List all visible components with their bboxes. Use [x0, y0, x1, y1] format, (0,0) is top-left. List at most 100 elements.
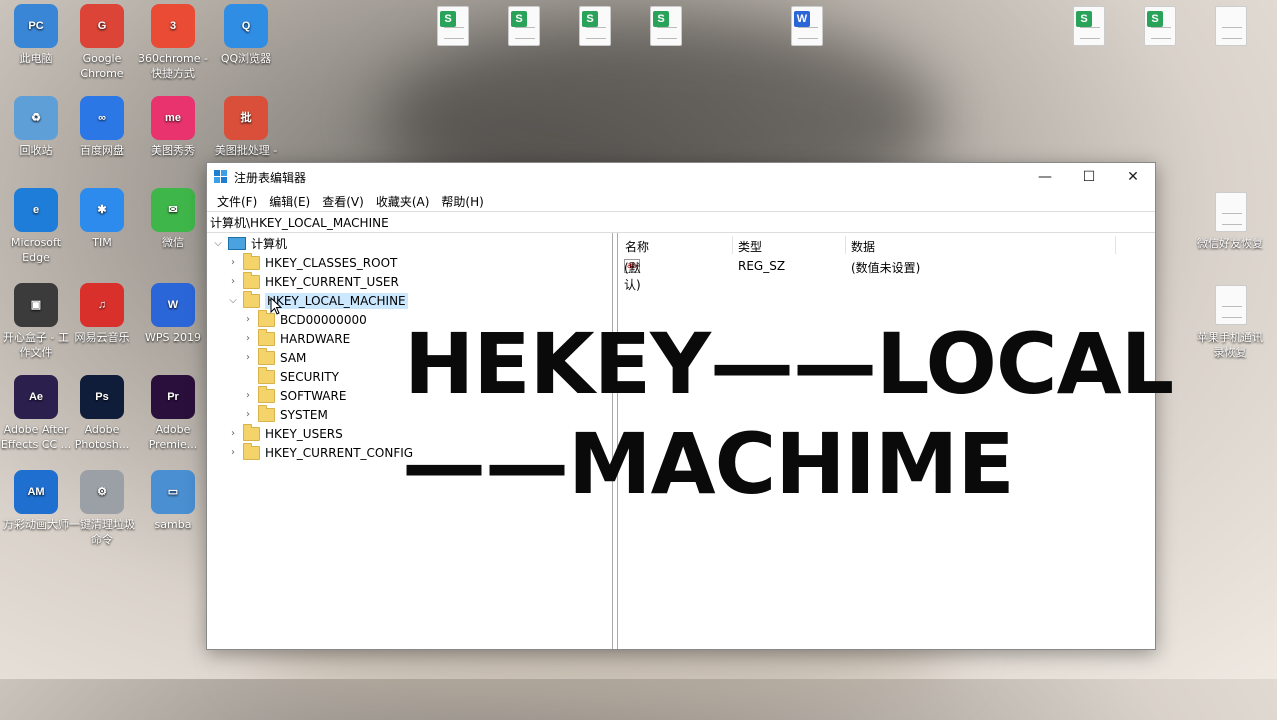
- spreadsheet-file-icon[interactable]: S: [437, 6, 469, 46]
- folder-icon: [258, 366, 275, 384]
- chevron-right-icon[interactable]: ›: [227, 447, 239, 458]
- close-button[interactable]: ✕: [1111, 163, 1155, 191]
- desktop-icon-this-pc[interactable]: PC 此电脑: [0, 4, 72, 66]
- desktop-icon-label: 万彩动画大师: [3, 518, 69, 531]
- 360chrome-icon: 3: [151, 4, 195, 48]
- tree-node-hkcr[interactable]: › HKEY_CLASSES_ROOT: [227, 252, 397, 272]
- tree-node-system[interactable]: › SYSTEM: [242, 404, 328, 424]
- kaixin-icon: ▣: [14, 283, 58, 327]
- computer-icon: [228, 237, 246, 250]
- tree-node-hkcc[interactable]: › HKEY_CURRENT_CONFIG: [227, 442, 413, 462]
- spreadsheet-file-icon[interactable]: S: [579, 6, 611, 46]
- chevron-right-icon[interactable]: ›: [242, 314, 254, 325]
- desktop-icon-tim[interactable]: ✱ TIM: [66, 188, 138, 250]
- column-header-data[interactable]: 数据: [851, 238, 875, 255]
- desktop-icon-premiere[interactable]: Pr Adobe Premie...: [137, 375, 209, 452]
- tree-node-software[interactable]: › SOFTWARE: [242, 385, 346, 405]
- desktop-icon-kaixin[interactable]: ▣ 开心盒子 - 工作文件: [0, 283, 72, 360]
- am-icon: AM: [14, 470, 58, 514]
- address-bar[interactable]: 计算机\HKEY_LOCAL_MACHINE: [207, 211, 1155, 233]
- desktop-icon-netease-music[interactable]: ♫ 网易云音乐: [66, 283, 138, 345]
- column-headers: 名称 类型 数据: [618, 236, 1155, 254]
- maximize-button[interactable]: ☐: [1067, 163, 1111, 191]
- folder-icon: [258, 404, 275, 422]
- chevron-right-icon[interactable]: ›: [242, 333, 254, 344]
- wechat-icon: ✉: [151, 188, 195, 232]
- overlay-caption-line2: ——MACHIME: [402, 415, 1015, 513]
- desktop-icon-label: WPS 2019: [145, 331, 201, 344]
- samba-icon: ▭: [151, 470, 195, 514]
- folder-icon: [258, 347, 275, 365]
- address-text: 计算机\HKEY_LOCAL_MACHINE: [210, 215, 389, 230]
- desktop-icon-label: Adobe Photosh...: [74, 423, 130, 451]
- menu-file[interactable]: 文件(F): [211, 193, 263, 210]
- tree-node-computer[interactable]: ⌵ 计算机: [212, 234, 287, 253]
- value-type: REG_SZ: [738, 259, 786, 273]
- spreadsheet-file-icon[interactable]: S: [650, 6, 682, 46]
- premiere-icon: Pr: [151, 375, 195, 419]
- minimize-button[interactable]: —: [1023, 163, 1067, 191]
- desktop-icon-label: 网易云音乐: [74, 331, 130, 344]
- tree-node-hklm[interactable]: ⌵ HKEY_LOCAL_MACHINE: [227, 290, 408, 310]
- desktop-icon-am[interactable]: AM 万彩动画大师: [0, 470, 72, 532]
- chevron-right-icon[interactable]: ›: [242, 352, 254, 363]
- tim-icon: ✱: [80, 188, 124, 232]
- desktop-icon-samba[interactable]: ▭ samba: [137, 470, 209, 532]
- chevron-right-icon[interactable]: ›: [227, 428, 239, 439]
- menu-view[interactable]: 查看(V): [316, 193, 370, 210]
- tree-node-bcd[interactable]: › BCD00000000: [242, 309, 367, 329]
- chrome-icon: G: [80, 4, 124, 48]
- desktop-icon-wechat[interactable]: ✉ 微信: [137, 188, 209, 250]
- desktop-icon-photoshop[interactable]: Ps Adobe Photosh...: [66, 375, 138, 452]
- desktop-icon-cleanup[interactable]: ⚙ 一键清理垃圾命令: [66, 470, 138, 547]
- chevron-right-icon[interactable]: ›: [242, 390, 254, 401]
- menu-edit[interactable]: 编辑(E): [263, 193, 316, 210]
- folder-icon: [243, 423, 260, 441]
- folder-icon: [243, 442, 260, 460]
- desktop-icon-label: 美图批处理 -: [214, 144, 278, 157]
- value-data: (数值未设置): [851, 261, 921, 275]
- desktop-file-label[interactable]: 微信好友恢复: [1194, 236, 1266, 251]
- text-file-icon[interactable]: [1215, 285, 1247, 325]
- desktop-file-label[interactable]: 苹果手机通讯录恢复: [1194, 330, 1266, 360]
- desktop-icon-chrome[interactable]: G Google Chrome: [66, 4, 138, 81]
- chevron-down-icon[interactable]: ⌵: [227, 295, 239, 306]
- desktop-icon-qq-browser[interactable]: Q QQ浏览器: [210, 4, 282, 66]
- folder-icon: [258, 385, 275, 403]
- tree-node-security[interactable]: SECURITY: [242, 366, 339, 386]
- folder-icon: [258, 328, 275, 346]
- title-bar[interactable]: 注册表编辑器 — ☐ ✕: [207, 163, 1155, 191]
- desktop-icon-recycle-bin[interactable]: ♻ 回收站: [0, 96, 72, 158]
- chevron-right-icon[interactable]: ›: [242, 409, 254, 420]
- desktop-icon-edge[interactable]: e Microsoft Edge: [0, 188, 72, 265]
- desktop-icon-360chrome[interactable]: 3 360chrome - 快捷方式: [137, 4, 209, 81]
- baidu-netdisk-icon: ∞: [80, 96, 124, 140]
- spreadsheet-file-icon[interactable]: S: [1073, 6, 1105, 46]
- tree-node-hkcu[interactable]: › HKEY_CURRENT_USER: [227, 271, 399, 291]
- photoshop-icon: Ps: [80, 375, 124, 419]
- tree-node-hardware[interactable]: › HARDWARE: [242, 328, 350, 348]
- chevron-down-icon[interactable]: ⌵: [212, 238, 224, 249]
- spreadsheet-file-icon[interactable]: S: [508, 6, 540, 46]
- tree-node-sam[interactable]: › SAM: [242, 347, 306, 367]
- desktop-icon-meitu[interactable]: me 美图秀秀: [137, 96, 209, 158]
- text-file-icon[interactable]: [1215, 192, 1247, 232]
- word-file-icon[interactable]: W: [791, 6, 823, 46]
- spreadsheet-file-icon[interactable]: S: [1144, 6, 1176, 46]
- text-file-icon[interactable]: [1215, 6, 1247, 46]
- desktop-icon-meitu-batch[interactable]: 批美图批处理 -: [210, 96, 282, 158]
- desktop-icon-wps[interactable]: W WPS 2019: [137, 283, 209, 345]
- desktop-icon-after-effects[interactable]: Ae Adobe After Effects CC ...: [0, 375, 72, 452]
- desktop-icon-label: 微信: [162, 236, 184, 249]
- tree-node-hku[interactable]: › HKEY_USERS: [227, 423, 343, 443]
- column-header-name[interactable]: 名称: [625, 238, 649, 255]
- chevron-right-icon[interactable]: ›: [227, 276, 239, 287]
- menu-bar: 文件(F) 编辑(E) 查看(V) 收藏夹(A) 帮助(H): [207, 191, 1155, 211]
- column-header-type[interactable]: 类型: [738, 238, 762, 255]
- menu-favorites[interactable]: 收藏夹(A): [370, 193, 436, 210]
- menu-help[interactable]: 帮助(H): [435, 193, 489, 210]
- chevron-right-icon[interactable]: ›: [227, 257, 239, 268]
- value-row[interactable]: ab (默认) REG_SZ (数值未设置): [618, 259, 1155, 292]
- desktop-icon-baidu-netdisk[interactable]: ∞ 百度网盘: [66, 96, 138, 158]
- this-pc-icon: PC: [14, 4, 58, 48]
